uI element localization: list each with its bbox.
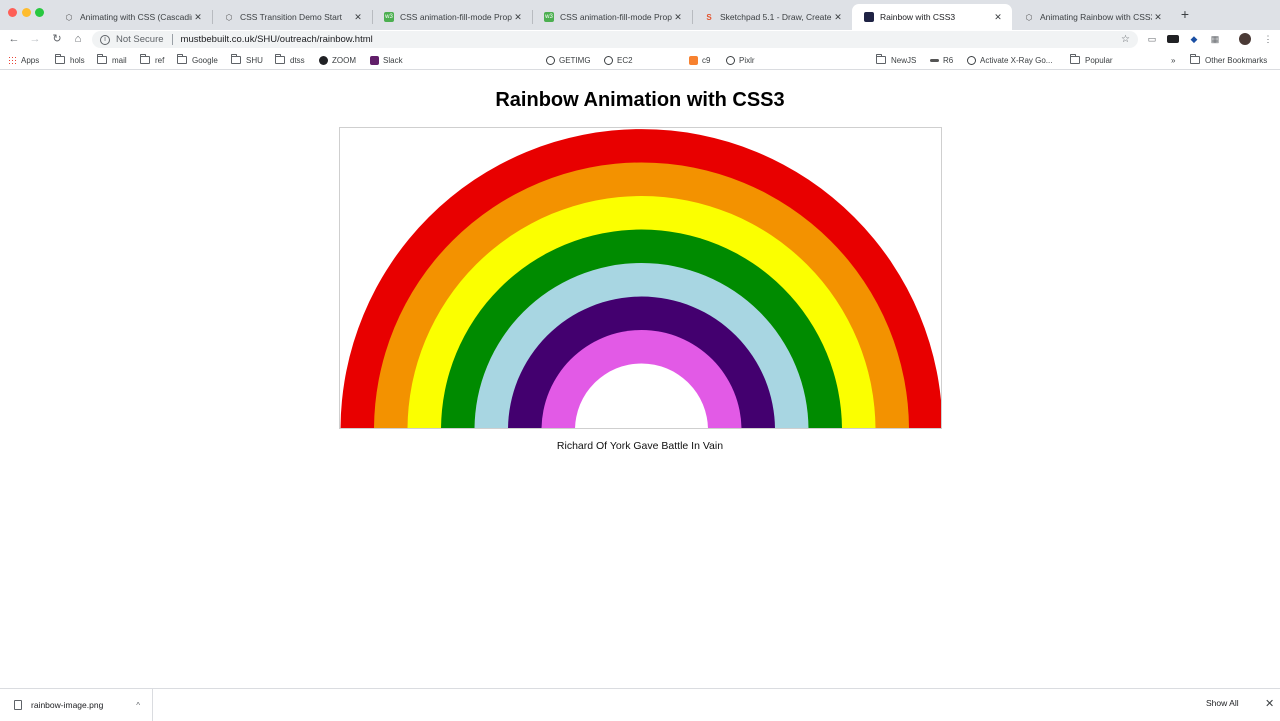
close-window-button[interactable] [8,8,17,17]
folder-icon [876,54,886,64]
calendar-extension-icon[interactable]: ▦ [1209,33,1221,45]
bookmark-ec2[interactable]: EC2 [604,54,633,66]
globe-icon [726,55,735,65]
download-item[interactable]: rainbow-image.png ^ [0,689,153,721]
close-downloads-icon[interactable]: ✕ [1265,697,1274,710]
tab-animation-fill-mode-1[interactable]: w3 CSS animation-fill-mode Prope ✕ [372,4,532,30]
folder-icon [1190,54,1200,64]
tab-close-icon[interactable]: ✕ [512,12,524,23]
downloads-shelf: rainbow-image.png ^ Show All ✕ [0,688,1280,721]
show-all-downloads-button[interactable]: Show All [1206,698,1239,708]
globe-icon [604,55,613,65]
download-filename: rainbow-image.png [31,700,104,710]
rainbow-graphic [340,129,941,428]
tab-close-icon[interactable]: ✕ [352,12,364,23]
home-button[interactable]: ⌂ [71,32,85,46]
tab-close-icon[interactable]: ✕ [992,12,1004,23]
file-icon [14,700,22,710]
sketchpad-icon: S [706,12,712,22]
bookmarks-bar: Apps hols mail ref Google SHU dtss ZOOM … [0,50,1280,115]
tab-close-icon[interactable]: ✕ [672,12,684,23]
bookmark-folder-dtss[interactable]: dtss [275,54,305,66]
folder-icon [1070,54,1080,64]
bookmark-r6[interactable]: R6 [930,54,953,66]
rainbow-caption: Richard Of York Gave Battle In Vain [556,440,724,452]
zoom-icon [319,55,328,65]
bookmark-folder-popular[interactable]: Popular [1070,54,1113,66]
page-icon [864,12,874,22]
forward-button[interactable]: → [28,32,42,46]
bookmark-star-icon[interactable]: ☆ [1121,34,1130,45]
bookmarks-overflow-button[interactable]: » [1171,54,1175,66]
extension-icon[interactable]: ◆ [1188,33,1200,45]
bookmark-c9[interactable]: c9 [689,54,710,66]
codepen-icon: ⬡ [1025,12,1033,22]
bookmark-activate-xray[interactable]: Activate X-Ray Go... [967,54,1052,66]
cloud9-icon [689,55,698,65]
codepen-icon: ⬡ [225,12,233,22]
tab-animation-fill-mode-2[interactable]: w3 CSS animation-fill-mode Prope ✕ [532,4,692,30]
menu-icon[interactable]: ⋮ [1262,33,1274,45]
folder-icon [140,54,150,64]
address-divider [171,34,173,45]
cast-icon[interactable]: ▭ [1146,33,1158,45]
bookmark-folder-ref[interactable]: ref [140,54,164,66]
address-bar[interactable]: i Not Secure mustbebuilt.co.uk/SHU/outre… [92,31,1138,48]
r6-icon [930,58,939,62]
info-icon[interactable]: i [100,34,110,45]
reload-button[interactable]: ↻ [50,32,64,46]
bookmark-folder-shu[interactable]: SHU [231,54,263,66]
security-label: Not Secure [116,34,164,45]
screen-capture-extension-icon[interactable] [1167,35,1179,43]
w3schools-icon: w3 [384,12,394,22]
tab-animating-with-css[interactable]: ⬡ Animating with CSS (Cascading ✕ [52,4,212,30]
globe-icon [546,55,555,65]
minimize-window-button[interactable] [22,8,31,17]
tab-sketchpad[interactable]: S Sketchpad 5.1 - Draw, Create, ✕ [692,4,852,30]
back-button[interactable]: ← [7,32,21,46]
codepen-icon: ⬡ [65,12,73,22]
folder-icon [275,54,285,64]
folder-icon [177,54,187,64]
tab-css-transition-demo[interactable]: ⬡ CSS Transition Demo Start ✕ [212,4,372,30]
tab-animating-rainbow[interactable]: ⬡ Animating Rainbow with CSS3 ✕ [1012,4,1172,30]
profile-avatar[interactable] [1239,33,1251,45]
page-title: Rainbow Animation with CSS3 [495,89,785,111]
bookmark-apps[interactable]: Apps [8,54,39,66]
tab-rainbow-with-css3[interactable]: Rainbow with CSS3 ✕ [852,4,1012,30]
bookmark-folder-other[interactable]: Other Bookmarks [1190,54,1267,66]
apps-grid-icon [8,55,17,65]
globe-icon [967,55,976,65]
tab-strip: ⬡ Animating with CSS (Cascading ✕ ⬡ CSS … [0,0,1280,30]
bookmark-pixlr[interactable]: Pixlr [726,54,755,66]
bookmark-zoom[interactable]: ZOOM [319,54,356,66]
maximize-window-button[interactable] [35,8,44,17]
bookmark-slack[interactable]: Slack [370,54,403,66]
tab-close-icon[interactable]: ✕ [832,12,844,23]
chevron-up-icon[interactable]: ^ [136,701,140,710]
browser-toolbar: ← → ↻ ⌂ i Not Secure mustbebuilt.co.uk/S… [0,30,1280,48]
folder-icon [231,54,241,64]
page-viewport: Rainbow Animation with CSS3 Richard Of Y… [0,71,1280,688]
slack-icon [370,55,379,65]
new-tab-button[interactable]: + [1177,6,1193,22]
url-text[interactable]: mustbebuilt.co.uk/SHU/outreach/rainbow.h… [181,34,373,45]
tab-close-icon[interactable]: ✕ [192,12,204,23]
bookmark-folder-hols[interactable]: hols [55,54,85,66]
bookmark-folder-newjs[interactable]: NewJS [876,54,916,66]
w3schools-icon: w3 [544,12,554,22]
tab-close-icon[interactable]: ✕ [1152,12,1164,23]
folder-icon [55,54,65,64]
bookmark-folder-mail[interactable]: mail [97,54,127,66]
bookmark-getimg[interactable]: GETIMG [546,54,591,66]
bookmark-folder-google[interactable]: Google [177,54,218,66]
folder-icon [97,54,107,64]
rainbow-container [339,127,942,429]
